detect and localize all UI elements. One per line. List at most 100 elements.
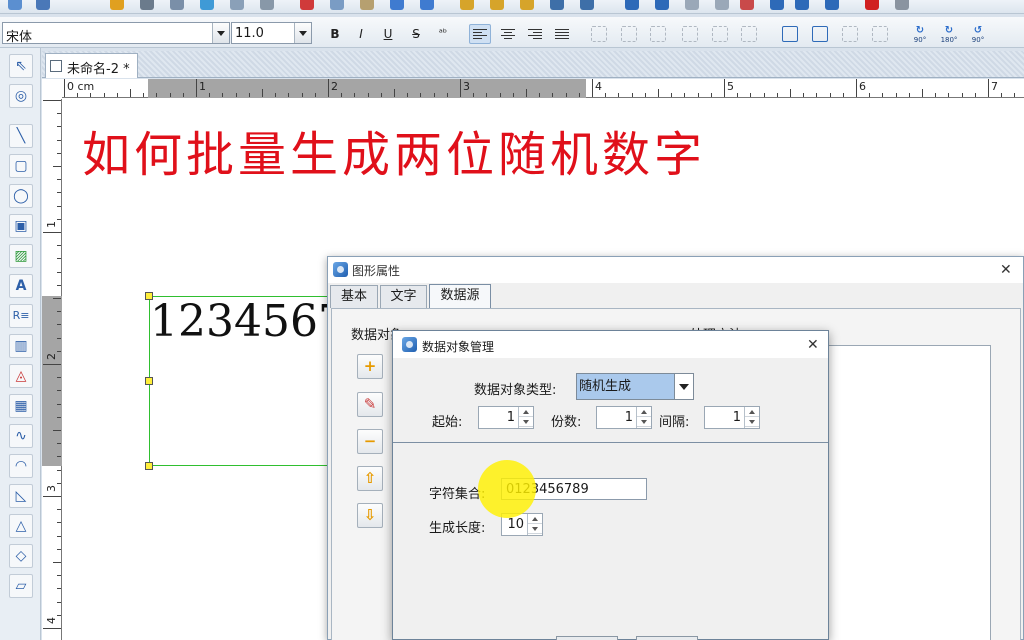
tab-text[interactable]: 文字 [380,285,427,308]
stepper-down-icon[interactable] [519,417,533,427]
cancel-button[interactable] [636,636,698,640]
ok-button[interactable] [556,636,618,640]
add-data-object-button[interactable]: + [357,354,383,379]
align-bottom-icon[interactable] [741,26,757,42]
stepper-arrows[interactable] [527,514,542,535]
data-object-type-select[interactable]: 随机生成 [576,373,694,400]
chevron-down-icon[interactable] [294,23,311,43]
copies-stepper[interactable]: 1 [596,406,652,429]
image-tool-icon[interactable]: ▨ [9,244,33,268]
print-icon[interactable] [140,0,154,10]
dialog-titlebar[interactable]: 图形属性 ✕ [328,257,1023,283]
start-stepper[interactable]: 1 [478,406,534,429]
rotate-ccw-90-button[interactable]: ↺ 90° [966,26,990,45]
send-back-icon[interactable] [655,0,669,10]
cut-icon[interactable] [300,0,314,10]
align-center-button[interactable] [497,24,519,44]
interval-stepper[interactable]: 1 [704,406,760,429]
align-top-icon[interactable] [682,26,698,42]
group-icon[interactable] [685,0,699,10]
curve-tool-icon[interactable]: ∿ [9,424,33,448]
arc-tool-icon[interactable]: ◠ [9,454,33,478]
char-spacing-icon[interactable]: ᵃᵇ [432,24,454,44]
ellipse-tool-icon[interactable]: ◯ [9,184,33,208]
redo-icon[interactable] [420,0,434,10]
lock-icon[interactable] [715,0,729,10]
stepper-arrows[interactable] [744,407,759,428]
align-icon[interactable] [795,0,809,10]
move-down-button[interactable]: ⇩ [357,503,383,528]
align-left-button[interactable] [469,24,491,44]
align-right-button[interactable] [524,24,546,44]
stepper-up-icon[interactable] [519,407,533,417]
dialog-titlebar[interactable]: 数据对象管理 ✕ [393,331,828,358]
new-icon[interactable] [8,0,22,10]
polygon-tool-icon[interactable]: ◺ [9,484,33,508]
italic-button[interactable]: I [350,24,372,44]
tab-document[interactable]: 未命名-2 * [45,53,138,78]
align-justify-button[interactable] [551,24,573,44]
distribute-right-icon[interactable] [650,26,666,42]
move-up-button[interactable]: ⇧ [357,466,383,491]
tab-basic[interactable]: 基本 [330,285,378,308]
rotate-90-button[interactable]: ↻ 90° [908,26,932,45]
chevron-down-icon[interactable] [674,374,693,399]
triangle-tool-icon[interactable]: △ [9,514,33,538]
underline-button[interactable]: U [377,24,399,44]
align-middle-icon[interactable] [712,26,728,42]
rotate-180-button[interactable]: ↻ 180° [937,26,961,45]
distribute-center-icon[interactable] [621,26,637,42]
stepper-up-icon[interactable] [528,514,542,524]
close-icon[interactable]: ✕ [807,338,819,352]
resize-handle[interactable] [145,462,153,470]
tab-data-source[interactable]: 数据源 [429,284,491,309]
font-size-select[interactable]: 11.0 [231,22,312,44]
select-arrow-icon[interactable]: ⇖ [9,54,33,78]
same-height-icon[interactable] [872,26,888,42]
font-name-select[interactable]: 宋体 [2,22,230,45]
rounded-rect-tool-icon[interactable]: ▢ [9,154,33,178]
zoom-fit-icon[interactable] [520,0,534,10]
copy-icon[interactable] [330,0,344,10]
headline-text[interactable]: 如何批量生成两位随机数字 [82,115,706,185]
picture-tool-icon[interactable]: ▣ [9,214,33,238]
center-horizontal-icon[interactable] [782,26,798,42]
parallelogram-tool-icon[interactable]: ▱ [9,574,33,598]
info-icon[interactable] [895,0,909,10]
stepper-up-icon[interactable] [745,407,759,417]
close-icon[interactable]: ✕ [1000,263,1012,277]
line-tool-icon[interactable]: ╲ [9,124,33,148]
arrange-icon[interactable] [825,0,839,10]
bring-front-icon[interactable] [625,0,639,10]
batch-icon[interactable] [230,0,244,10]
strikethrough-button[interactable]: S [405,24,427,44]
paste-icon[interactable] [360,0,374,10]
diamond-tool-icon[interactable]: ◇ [9,544,33,568]
center-vertical-icon[interactable] [812,26,828,42]
barcode-tool-icon[interactable]: ▥ [9,334,33,358]
import-icon[interactable] [550,0,564,10]
stepper-down-icon[interactable] [745,417,759,427]
zoom-in-icon[interactable] [460,0,474,10]
stepper-down-icon[interactable] [528,524,542,534]
export-icon[interactable] [580,0,594,10]
stepper-arrows[interactable] [636,407,651,428]
pan-icon[interactable]: ◎ [9,84,33,108]
pdf-icon[interactable] [865,0,879,10]
qrcode-tool-icon[interactable]: ▦ [9,394,33,418]
distribute-left-icon[interactable] [591,26,607,42]
grid-icon[interactable] [260,0,274,10]
stepper-up-icon[interactable] [637,407,651,417]
layer-icon[interactable] [770,0,784,10]
settings-icon[interactable] [110,0,124,10]
shape-tool-icon[interactable]: ◬ [9,364,33,388]
database-icon[interactable] [200,0,214,10]
text-tool-icon[interactable]: A [9,274,33,298]
remove-data-object-button[interactable]: − [357,429,383,454]
zoom-out-icon[interactable] [490,0,504,10]
resize-handle[interactable] [145,377,153,385]
undo-icon[interactable] [390,0,404,10]
resize-handle[interactable] [145,292,153,300]
same-width-icon[interactable] [842,26,858,42]
stepper-arrows[interactable] [518,407,533,428]
